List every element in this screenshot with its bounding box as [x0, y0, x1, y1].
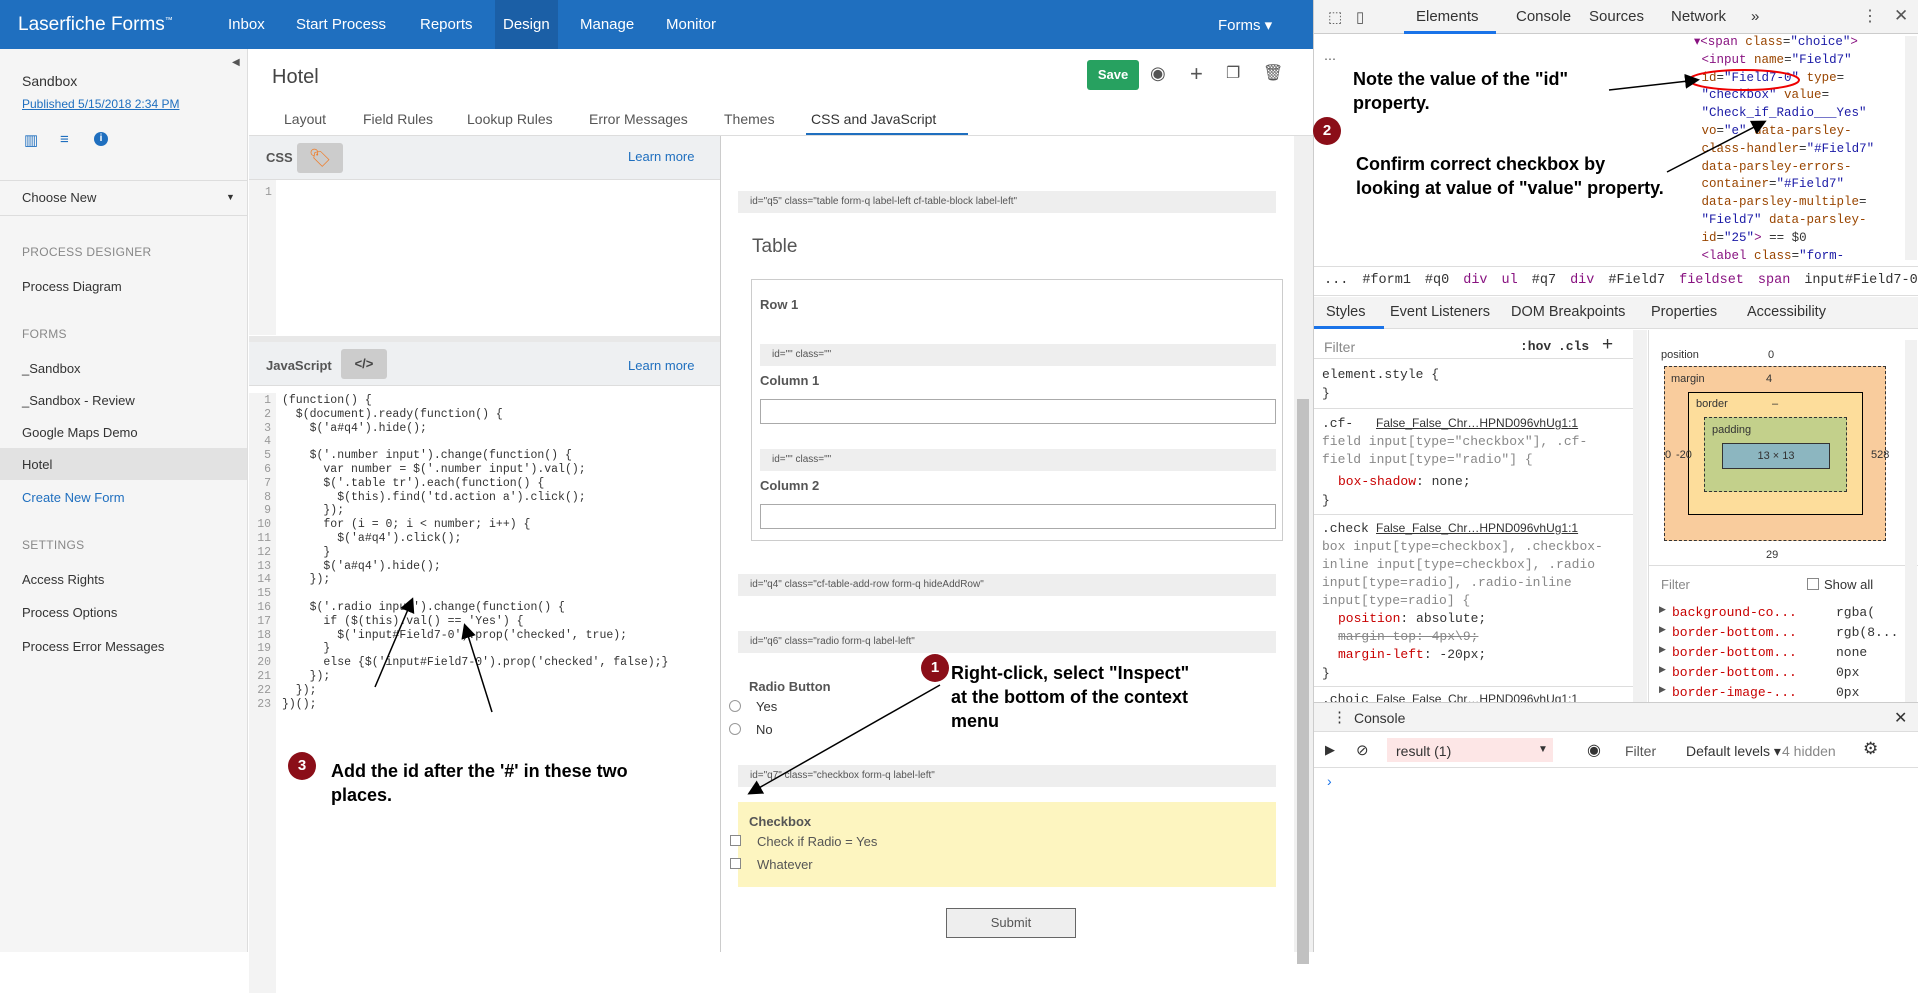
computed-value: none	[1836, 645, 1868, 660]
breadcrumb-item[interactable]: #form1	[1362, 273, 1411, 288]
box-position-value: 0	[1768, 349, 1775, 361]
styles-filter-input[interactable]: Filter	[1324, 339, 1355, 355]
subtab-event-listeners[interactable]: Event Listeners	[1390, 304, 1490, 320]
context-selector-label: result (1)	[1396, 743, 1452, 759]
drawer-menu-icon[interactable]: ⋮	[1332, 708, 1347, 726]
computed-filter[interactable]: Filter	[1661, 577, 1690, 592]
border-top-value: –	[1772, 398, 1779, 410]
subtab-styles[interactable]: Styles	[1326, 304, 1366, 320]
console-filter-input[interactable]: Filter	[1625, 743, 1656, 759]
computed-property: background-co...	[1672, 605, 1797, 620]
expand-arrow-icon[interactable]: ▶	[1659, 645, 1666, 655]
breadcrumb-item[interactable]: div	[1463, 273, 1487, 288]
show-all-label: Show all	[1824, 577, 1874, 592]
computed-property: border-bottom...	[1672, 625, 1797, 640]
subtab-properties[interactable]: Properties	[1651, 304, 1717, 320]
box-content: 13 × 13	[1722, 443, 1830, 469]
close-drawer-icon[interactable]: ✕	[1894, 708, 1907, 728]
cls-toggle[interactable]: .cls	[1558, 339, 1589, 354]
breadcrumb-item[interactable]: ...	[1324, 273, 1348, 288]
show-all-checkbox[interactable]	[1807, 578, 1819, 590]
computed-property: border-bottom...	[1672, 645, 1797, 660]
console-settings-gear-icon[interactable]: ⚙	[1863, 739, 1878, 759]
position-bottom-value: 29	[1766, 549, 1779, 561]
expand-arrow-icon[interactable]: ▶	[1659, 685, 1666, 695]
default-levels-dropdown[interactable]: Default levels ▾	[1686, 743, 1781, 760]
clear-console-icon[interactable]: ⊘	[1356, 741, 1369, 759]
hidden-count: 4 hidden	[1782, 743, 1836, 759]
computed-value: 0px	[1836, 685, 1860, 700]
devtools-panel: ⬚ ▯ Elements Console Sources Network » ⋮…	[1313, 0, 1918, 952]
position-right-value: 528	[1871, 449, 1890, 461]
computed-value: rgb(8...	[1836, 625, 1899, 640]
devtools-annotation-arrows	[1608, 73, 1767, 173]
border-label: border	[1696, 398, 1728, 410]
style-source-link[interactable]: False_False_Chr…HPND096vhUg1:1	[1376, 416, 1578, 430]
annotation-arrows	[374, 597, 941, 795]
laserfiche-app: Laserfiche Forms™ Inbox Start Process Re…	[0, 0, 1313, 993]
expand-arrow-icon[interactable]: ▶	[1659, 665, 1666, 675]
context-dropdown-icon[interactable]: ▼	[1538, 744, 1548, 755]
computed-property: border-image-...	[1672, 685, 1797, 700]
margin-left-value: -20	[1676, 449, 1692, 461]
expand-arrow-icon[interactable]: ▶	[1659, 625, 1666, 635]
sidebar-toggle-icon[interactable]: ▶	[1325, 742, 1335, 758]
computed-property: border-bottom...	[1672, 665, 1797, 680]
margin-label: margin	[1671, 373, 1705, 385]
subtab-dom-breakpoints[interactable]: DOM Breakpoints	[1511, 304, 1625, 320]
breadcrumb-item[interactable]: span	[1758, 273, 1790, 288]
expand-arrow-icon[interactable]: ▶	[1659, 605, 1666, 615]
console-prompt-icon[interactable]: ›	[1327, 773, 1332, 789]
dom-breadcrumb[interactable]: ... #form1 #q0 div ul #q7 div #Field7 fieldset sp…	[1324, 273, 1918, 288]
add-rule-icon[interactable]: +	[1602, 334, 1613, 356]
box-position-label: position	[1661, 349, 1699, 361]
breadcrumb-item[interactable]: #q7	[1532, 273, 1556, 288]
hov-toggle[interactable]: :hov	[1520, 339, 1551, 354]
style-source-link[interactable]: False_False_Chr…HPND096vhUg1:1	[1376, 521, 1578, 535]
breadcrumb-item[interactable]: fieldset	[1679, 273, 1744, 288]
breadcrumb-item[interactable]: ul	[1502, 273, 1518, 288]
margin-top-value: 4	[1766, 373, 1773, 385]
console-drawer-title: Console	[1354, 710, 1406, 726]
breadcrumb-item[interactable]: input#Field7-0	[1804, 273, 1917, 288]
breadcrumb-item[interactable]: #Field7	[1608, 273, 1665, 288]
computed-value: rgba(	[1836, 605, 1876, 620]
breadcrumb-item[interactable]: div	[1570, 273, 1594, 288]
live-expression-eye-icon[interactable]: ◉	[1587, 740, 1601, 760]
computed-value: 0px	[1836, 665, 1860, 680]
padding-label: padding	[1712, 424, 1752, 436]
breadcrumb-item[interactable]: #q0	[1425, 273, 1449, 288]
subtab-accessibility[interactable]: Accessibility	[1747, 304, 1826, 320]
position-left-value: 0	[1665, 449, 1672, 461]
